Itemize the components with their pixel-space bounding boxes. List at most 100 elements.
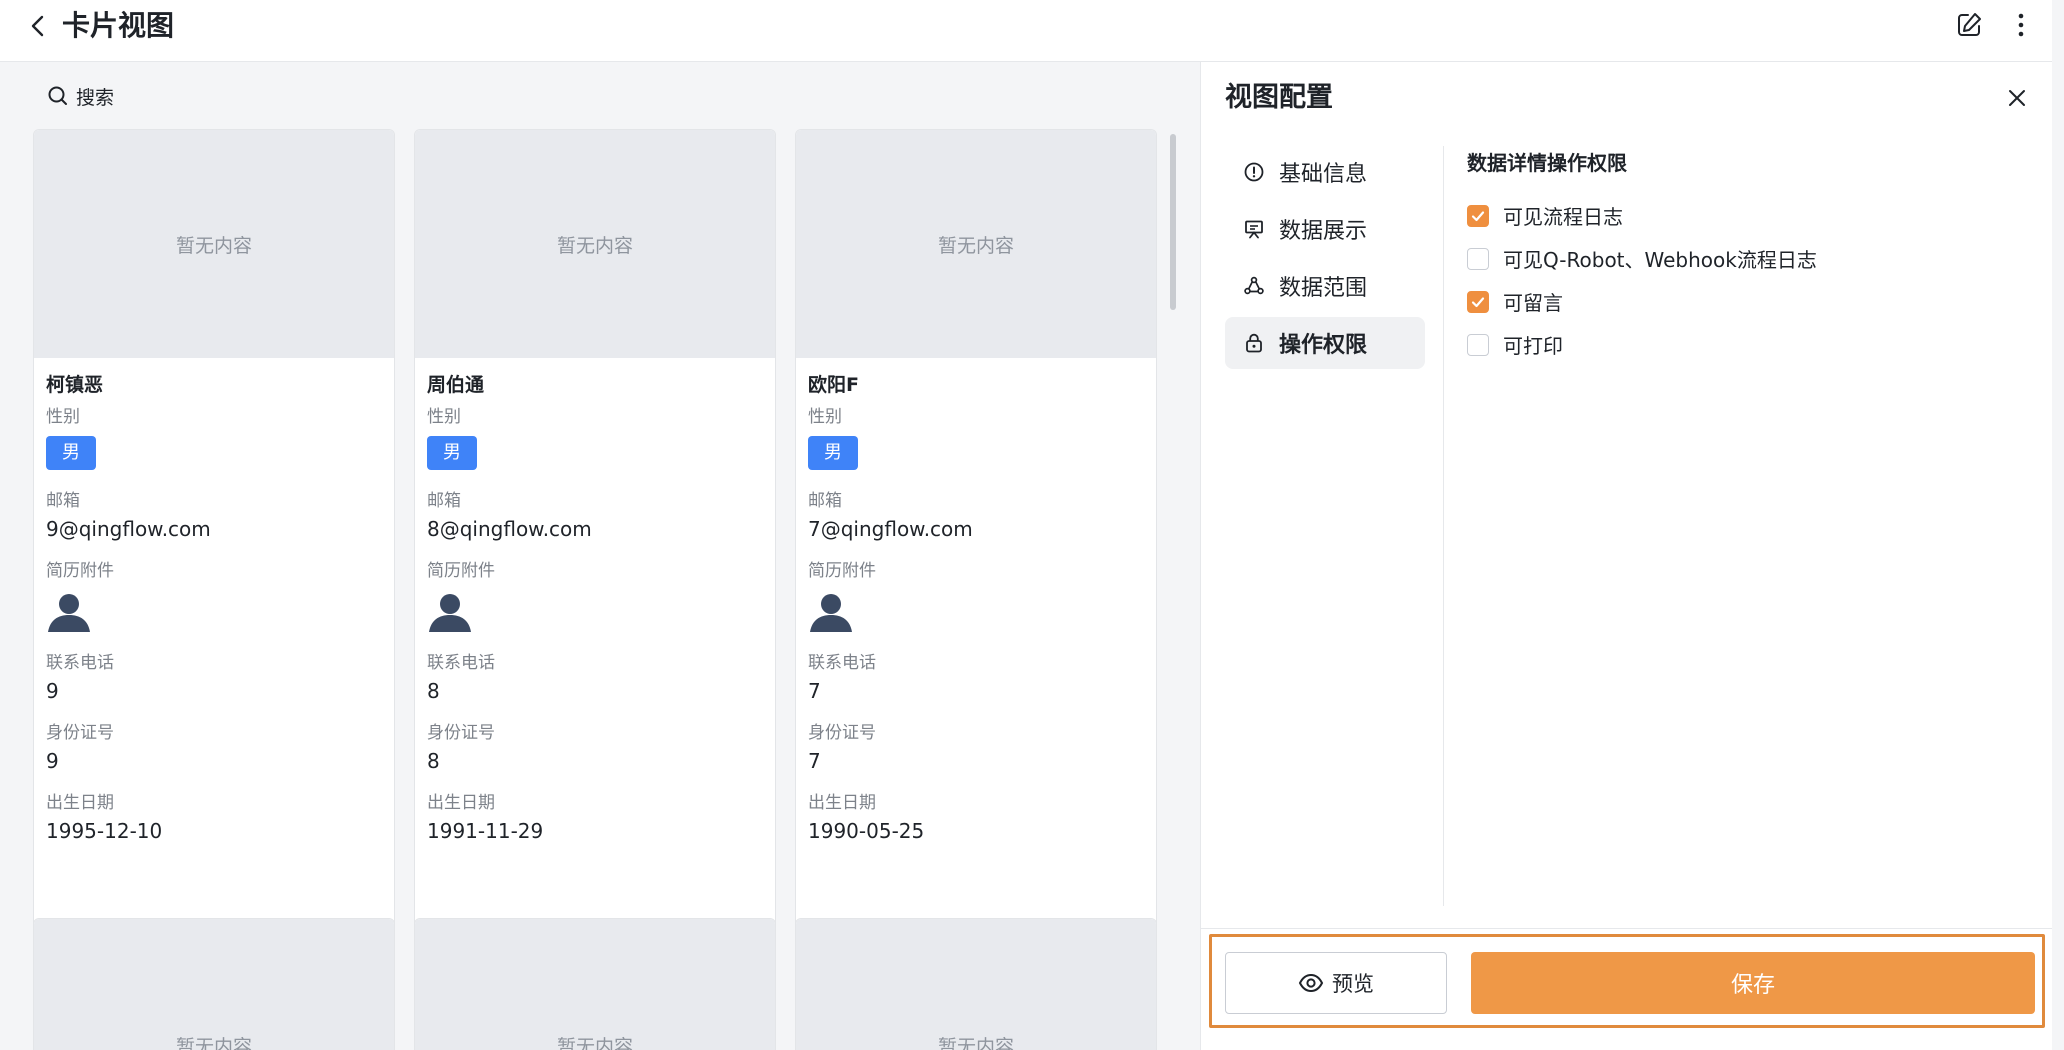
avatar-icon[interactable] (808, 588, 854, 634)
footer-divider (1201, 928, 2053, 929)
avatar-icon[interactable] (46, 588, 92, 634)
edit-icon[interactable] (1954, 10, 1984, 40)
panel-title: 视图配置 (1225, 82, 1333, 113)
field-label-gender: 性别 (427, 407, 461, 427)
permission-label: 可见流程日志 (1503, 205, 1623, 229)
field-value-phone: 8 (427, 679, 440, 703)
card-view-content: 搜索 暂无内容 柯镇恶 性别 男 邮箱 9@qingflow.com 简历附件 … (0, 62, 1200, 1050)
gender-tag: 男 (46, 436, 96, 470)
field-label-birth: 出生日期 (808, 793, 876, 813)
search-label: 搜索 (76, 86, 115, 109)
permission-option[interactable]: 可见Q-Robot、Webhook流程日志 (1467, 237, 1817, 280)
close-icon[interactable] (2005, 86, 2029, 110)
field-label-id: 身份证号 (427, 723, 495, 743)
record-card[interactable]: 暂无内容 (33, 918, 395, 1050)
page-title: 卡片视图 (62, 9, 175, 42)
menu-item-data-range[interactable]: 数据范围 (1225, 260, 1425, 312)
record-card[interactable]: 暂无内容 柯镇恶 性别 男 邮箱 9@qingflow.com 简历附件 联系电… (33, 129, 395, 959)
avatar-icon[interactable] (427, 588, 473, 634)
field-value-phone: 9 (46, 679, 59, 703)
field-label-birth: 出生日期 (427, 793, 495, 813)
scrollbar-thumb[interactable] (1170, 134, 1176, 310)
permission-option[interactable]: 可见流程日志 (1467, 194, 1817, 237)
window-edge (2052, 0, 2064, 1050)
back-arrow-icon[interactable] (26, 11, 52, 41)
check-icon (1471, 210, 1485, 221)
search-button[interactable]: 搜索 (46, 80, 114, 112)
range-icon (1244, 276, 1264, 295)
field-value-id: 7 (808, 749, 821, 773)
card-cover: 暂无内容 (796, 919, 1156, 1050)
field-value-phone: 7 (808, 679, 821, 703)
field-label-gender: 性别 (46, 407, 80, 427)
checkbox-unchecked[interactable] (1467, 247, 1489, 270)
permissions-title: 数据详情操作权限 (1467, 151, 1627, 175)
field-label-id: 身份证号 (808, 723, 876, 743)
gender-tag: 男 (427, 436, 477, 470)
field-value-id: 9 (46, 749, 59, 773)
field-value-birth: 1991-11-29 (427, 819, 544, 843)
checkbox-checked[interactable] (1467, 204, 1489, 227)
field-label-phone: 联系电话 (427, 653, 495, 673)
permission-label: 可打印 (1503, 334, 1563, 358)
record-card[interactable]: 暂无内容 (795, 918, 1157, 1050)
gender-tag: 男 (808, 436, 858, 470)
checkbox-unchecked[interactable] (1467, 333, 1489, 356)
card-title: 欧阳F (808, 374, 859, 396)
record-card[interactable]: 暂无内容 (414, 918, 776, 1050)
field-value-email: 7@qingflow.com (808, 517, 973, 541)
menu-item-data-display[interactable]: 数据展示 (1225, 203, 1425, 255)
field-label-gender: 性别 (808, 407, 842, 427)
field-label-phone: 联系电话 (46, 653, 114, 673)
field-value-id: 8 (427, 749, 440, 773)
preview-button[interactable]: 预览 (1225, 952, 1447, 1014)
card-cover: 暂无内容 (415, 919, 775, 1050)
record-card[interactable]: 暂无内容 欧阳F 性别 男 邮箱 7@qingflow.com 简历附件 联系电… (795, 129, 1157, 959)
cover-placeholder-text: 暂无内容 (175, 1036, 252, 1050)
card-cover: 暂无内容 (34, 919, 394, 1050)
menu-item-permissions[interactable]: 操作权限 (1225, 317, 1425, 369)
card-cover: 暂无内容 (415, 130, 775, 358)
info-icon (1244, 162, 1264, 182)
panel-divider (1443, 146, 1444, 906)
field-value-email: 9@qingflow.com (46, 517, 211, 541)
menu-item-label: 基础信息 (1279, 162, 1368, 187)
cover-placeholder-text: 暂无内容 (175, 234, 252, 257)
menu-item-label: 数据范围 (1279, 276, 1368, 301)
cover-placeholder-text: 暂无内容 (556, 234, 633, 257)
permission-option[interactable]: 可留言 (1467, 280, 1817, 323)
card-cover: 暂无内容 (796, 130, 1156, 358)
display-icon (1245, 220, 1263, 239)
cover-placeholder-text: 暂无内容 (937, 1036, 1014, 1050)
search-icon (48, 86, 67, 105)
menu-item-label: 操作权限 (1279, 333, 1368, 358)
permissions-section: 数据详情操作权限 可见流程日志 可见Q-Robot、Webhook流程日志 可留… (1467, 146, 1817, 366)
cover-placeholder-text: 暂无内容 (937, 234, 1014, 257)
field-value-birth: 1995-12-10 (46, 819, 163, 843)
card-title: 柯镇恶 (46, 374, 104, 396)
field-label-email: 邮箱 (808, 491, 842, 511)
record-card[interactable]: 暂无内容 周伯通 性别 男 邮箱 8@qingflow.com 简历附件 联系电… (414, 129, 776, 959)
field-label-resume: 简历附件 (46, 561, 114, 581)
save-label: 保存 (1730, 973, 1775, 998)
field-label-email: 邮箱 (427, 491, 461, 511)
check-icon (1471, 296, 1485, 307)
field-label-id: 身份证号 (46, 723, 114, 743)
menu-item-basic-info[interactable]: 基础信息 (1225, 146, 1425, 198)
top-bar: 卡片视图 (0, 0, 2052, 62)
config-menu: 基础信息 数据展示 数据范围 操作权限 (1225, 146, 1425, 374)
field-value-birth: 1990-05-25 (808, 819, 925, 843)
card-title: 周伯通 (427, 374, 485, 396)
lock-icon (1246, 333, 1262, 353)
menu-item-label: 数据展示 (1279, 219, 1368, 244)
save-button[interactable]: 保存 (1471, 952, 2035, 1014)
permission-label: 可见Q-Robot、Webhook流程日志 (1503, 248, 1817, 272)
more-vertical-icon[interactable] (2006, 10, 2036, 40)
cover-placeholder-text: 暂无内容 (556, 1036, 633, 1050)
eye-icon (1298, 973, 1324, 993)
permission-label: 可留言 (1503, 291, 1563, 315)
permission-option[interactable]: 可打印 (1467, 323, 1817, 366)
field-label-resume: 简历附件 (808, 561, 876, 581)
checkbox-checked[interactable] (1467, 290, 1489, 313)
view-config-panel: 视图配置 基础信息 数据展示 数据范围 操作权限 数据详情操作权限 可见流程日志… (1200, 62, 2053, 1050)
